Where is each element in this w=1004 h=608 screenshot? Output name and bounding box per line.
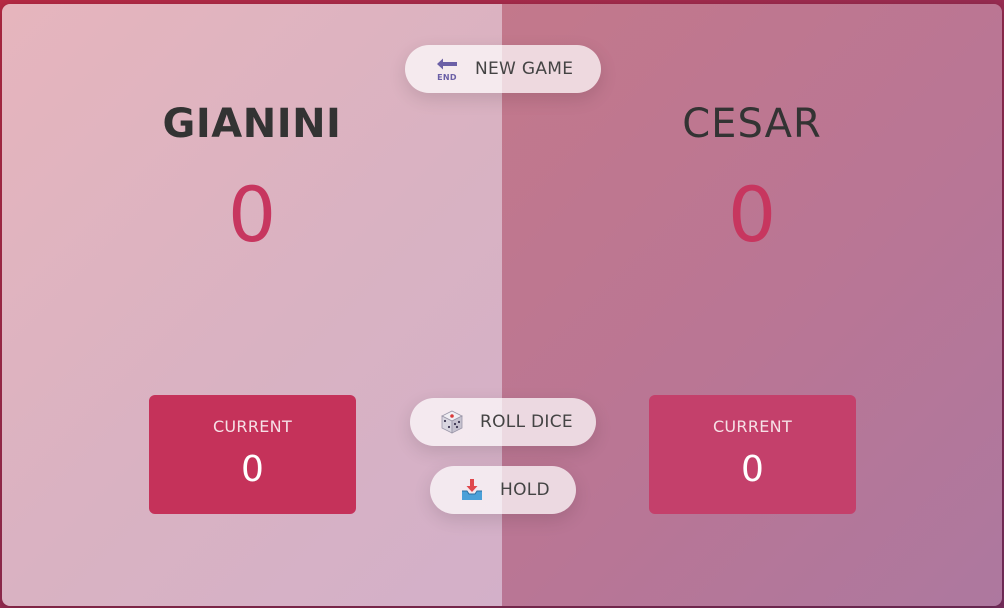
svg-text:END: END	[437, 73, 457, 82]
new-game-label: NEW GAME	[475, 59, 574, 79]
roll-dice-button[interactable]: ROLL DICE	[410, 398, 596, 446]
end-arrow-icon: END	[433, 55, 461, 83]
hold-button[interactable]: HOLD	[430, 466, 576, 514]
player-2-current-label: CURRENT	[712, 417, 793, 436]
player-2-total-score: 0	[727, 170, 777, 259]
roll-dice-label: ROLL DICE	[480, 412, 573, 432]
dice-icon	[438, 408, 466, 436]
hold-label: HOLD	[500, 480, 550, 500]
game-board: GIANINI 0 CURRENT 0 CESAR 0 CURRENT 0	[2, 4, 1002, 606]
player-1-current-box: CURRENT 0	[149, 395, 356, 514]
new-game-button[interactable]: END NEW GAME	[405, 45, 601, 93]
player-2-current-box: CURRENT 0	[649, 395, 856, 514]
player-2-current-score: 0	[741, 449, 764, 490]
player-1-current-label: CURRENT	[212, 417, 293, 436]
player-1-current-score: 0	[241, 449, 264, 490]
inbox-tray-icon	[458, 476, 486, 504]
player-1-name: GIANINI	[162, 101, 342, 147]
player-2-name: CESAR	[682, 101, 822, 147]
player-panel-2: CESAR 0 CURRENT 0	[502, 4, 1002, 606]
player-1-total-score: 0	[227, 170, 277, 259]
player-panel-1: GIANINI 0 CURRENT 0	[2, 4, 502, 606]
